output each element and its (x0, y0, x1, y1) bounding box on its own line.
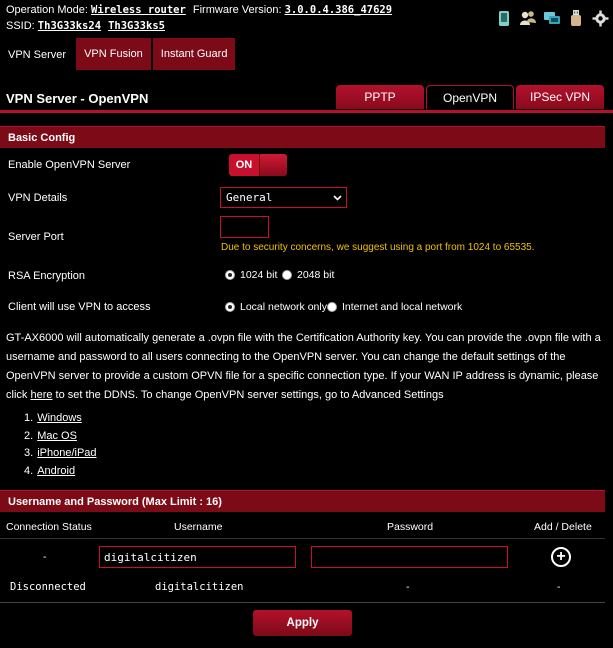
list-item: 3. iPhone/iPad (24, 445, 97, 463)
basic-config-header: Basic Config (0, 126, 605, 148)
protocol-tabs: PPTP OpenVPN IPSec VPN (336, 85, 604, 109)
chevron-down-icon (333, 191, 342, 204)
ddns-here-link[interactable]: here (30, 389, 52, 401)
access-local-label: Local network only (240, 301, 327, 313)
toggle-knob (259, 154, 287, 176)
list-number: 1. (24, 412, 34, 424)
openvpn-description: GT-AX6000 will automatically generate a … (6, 329, 606, 405)
list-item: 2. Mac OS (24, 428, 97, 446)
tab-ipsec-vpn[interactable]: IPSec VPN (516, 85, 604, 109)
tab-pptp[interactable]: PPTP (336, 85, 424, 109)
server-port-input[interactable] (220, 216, 269, 238)
rsa-2048-radio[interactable] (282, 270, 292, 280)
port-security-hint: Due to security concerns, we suggest usi… (221, 242, 535, 253)
access-internet-option[interactable]: Internet and local network (327, 301, 462, 313)
rsa-2048-option[interactable]: 2048 bit (282, 269, 334, 281)
add-user-button[interactable]: + (551, 547, 571, 567)
status-icons (495, 9, 609, 27)
users-icon[interactable] (519, 9, 537, 27)
list-item: 1. Windows (24, 410, 97, 428)
new-username-input[interactable]: digitalcitizen (99, 546, 296, 568)
access-local-option[interactable]: Local network only (225, 301, 327, 313)
new-password-input[interactable] (311, 546, 508, 568)
toggle-on-label: ON (229, 154, 259, 176)
rsa-1024-radio[interactable] (225, 270, 235, 280)
list-number: 2. (24, 429, 34, 442)
page-title: VPN Server - OpenVPN (6, 91, 149, 106)
title-divider (0, 110, 613, 113)
ssid-line: SSID: Th3G33ks24 Th3G33ks5 (6, 20, 165, 32)
ssid-24-link[interactable]: Th3G33ks24 (38, 20, 101, 32)
vpn-details-value: General (226, 191, 273, 204)
firmware-link[interactable]: 3.0.0.4.386_47629 (285, 4, 392, 16)
tab-vpn-server[interactable]: VPN Server (0, 38, 75, 72)
network-icon[interactable] (543, 9, 561, 27)
rsa-2048-label: 2048 bit (297, 269, 335, 281)
user-row-username: digitalcitizen (155, 581, 244, 593)
col-username: Username (174, 521, 223, 533)
rsa-1024-option[interactable]: 1024 bit (225, 269, 277, 281)
ssid-label: SSID: (6, 20, 35, 32)
table-divider (0, 602, 605, 603)
col-add-delete: Add / Delete (534, 521, 592, 533)
access-internet-radio[interactable] (327, 302, 337, 312)
col-connection-status: Connection Status (6, 521, 92, 533)
list-number: 3. (24, 447, 34, 459)
list-number: 4. (24, 464, 34, 477)
new-row-status: - (43, 551, 47, 563)
operation-mode-label: Operation Mode: (6, 4, 88, 16)
operation-mode-line: Operation Mode: Wireless router Firmware… (6, 4, 392, 16)
user-row-status: Disconnected (10, 581, 86, 593)
apply-button[interactable]: Apply (253, 610, 352, 636)
vpn-details-label: VPN Details (8, 192, 68, 204)
user-row-delete[interactable]: - (557, 581, 561, 593)
macos-link[interactable]: Mac OS (37, 430, 77, 442)
list-item: 4. Android (24, 463, 97, 481)
windows-link[interactable]: Windows (37, 412, 82, 424)
operation-mode-link[interactable]: Wireless router (91, 4, 186, 16)
tab-vpn-fusion[interactable]: VPN Fusion (76, 38, 151, 72)
rsa-encryption-label: RSA Encryption (8, 270, 86, 282)
usb-icon[interactable] (567, 9, 585, 27)
mobile-icon[interactable] (495, 9, 513, 27)
col-password: Password (387, 521, 434, 533)
tab-openvpn[interactable]: OpenVPN (426, 85, 514, 109)
server-port-label: Server Port (8, 231, 64, 243)
android-link[interactable]: Android (37, 465, 75, 477)
gear-icon[interactable] (591, 9, 609, 27)
plus-icon: + (556, 548, 566, 565)
firmware-label: Firmware Version: (192, 4, 282, 16)
iphone-ipad-link[interactable]: iPhone/iPad (37, 447, 96, 459)
vpn-details-select[interactable]: General (220, 187, 347, 208)
vpn-tabs: VPN Server VPN Fusion Instant Guard (0, 38, 236, 72)
os-guide-list: 1. Windows 2. Mac OS 3. iPhone/iPad 4. Andro… (24, 410, 97, 480)
access-local-radio[interactable] (225, 302, 235, 312)
access-internet-label: Internet and local network (342, 301, 463, 313)
description-text-2: to set the DDNS. To change OpenVPN serve… (52, 389, 444, 401)
users-header: Username and Password (Max Limit : 16) (0, 490, 605, 512)
client-access-label: Client will use VPN to access (8, 301, 151, 313)
user-row-password: - (406, 581, 410, 593)
ssid-5-link[interactable]: Th3G33ks5 (108, 20, 165, 32)
top-status-bar: Operation Mode: Wireless router Firmware… (0, 0, 613, 38)
rsa-1024-label: 1024 bit (240, 269, 278, 281)
enable-openvpn-toggle[interactable]: ON (229, 154, 287, 176)
enable-openvpn-label: Enable OpenVPN Server (8, 159, 131, 171)
tab-instant-guard[interactable]: Instant Guard (152, 38, 236, 72)
